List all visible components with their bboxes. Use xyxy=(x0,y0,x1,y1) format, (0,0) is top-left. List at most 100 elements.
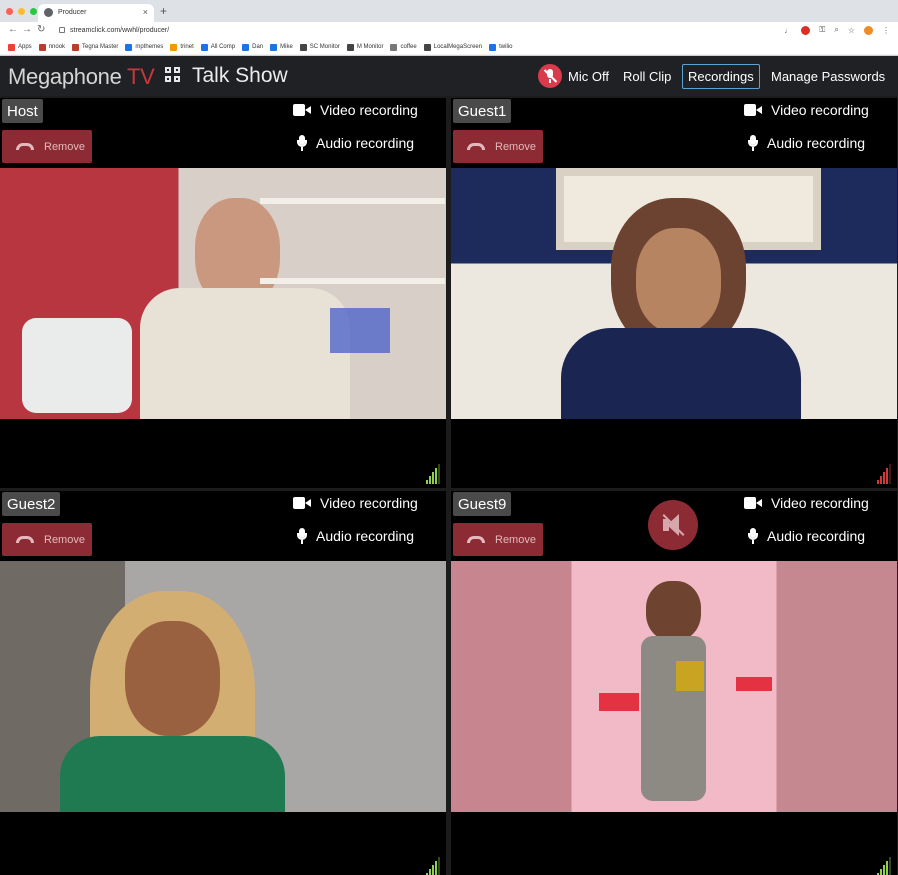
bookmark-item[interactable]: All Comp xyxy=(200,43,236,51)
video-tile: Guest9 Remove Video recording Audio recordi… xyxy=(451,491,897,875)
bookmark-item[interactable]: mpthemes xyxy=(125,43,164,51)
audio-recording-status: Audio recording xyxy=(296,528,414,544)
more-menu-icon[interactable]: ⋮ xyxy=(882,26,890,35)
bookmark-item[interactable]: LocalMegaScreen xyxy=(423,43,483,51)
bookmark-label: coffee xyxy=(400,44,417,50)
profile-avatar[interactable] xyxy=(864,25,873,35)
reload-icon[interactable]: ↻ xyxy=(37,24,45,35)
remove-participant-button[interactable]: Remove xyxy=(453,130,543,163)
bookmark-item[interactable]: twilio xyxy=(489,43,513,51)
remove-participant-button[interactable]: Remove xyxy=(2,523,92,556)
bookmark-item[interactable]: Apps xyxy=(8,43,32,51)
grid-icon[interactable] xyxy=(165,67,181,83)
video-recording-label: Video recording xyxy=(320,495,418,511)
maximize-window-button[interactable] xyxy=(30,8,37,15)
participant-label: Guest1 xyxy=(453,99,512,123)
participant-video xyxy=(0,561,446,812)
audio-recording-status: Audio recording xyxy=(747,135,865,151)
video-camera-icon xyxy=(744,497,763,509)
bookmark-favicon-icon xyxy=(170,43,178,51)
star-icon[interactable]: ☆ xyxy=(848,26,855,35)
bookmark-item[interactable]: nnook xyxy=(38,43,66,51)
participant-label: Guest9 xyxy=(453,492,512,516)
browser-chrome: Producer × + ← → ↻ streamclick.com/wwhl/… xyxy=(0,0,898,56)
brand-name: Megaphone xyxy=(8,64,122,89)
bookmark-item[interactable]: M Monitor xyxy=(346,43,384,51)
zoom-icon[interactable]: ⌕ xyxy=(834,25,838,35)
video-tile: Guest2 Remove Video recording Audio recordi… xyxy=(0,491,446,875)
signal-strength-icon xyxy=(877,464,893,484)
forward-arrow-icon[interactable]: → xyxy=(22,24,32,35)
brand-logo: Megaphone TV xyxy=(8,64,155,90)
bookmark-item[interactable]: SC Monitor xyxy=(299,43,340,51)
minimize-window-button[interactable] xyxy=(18,8,25,15)
toolbar-icons: ♩ ⚿ ⌕ ☆ ⋮ xyxy=(784,25,890,35)
manage-passwords-button[interactable]: Manage Passwords xyxy=(766,64,890,89)
bookmark-label: trinet xyxy=(180,44,194,50)
back-arrow-icon[interactable]: ← xyxy=(8,24,18,35)
microphone-icon xyxy=(747,135,759,151)
bookmark-label: Apps xyxy=(18,44,32,50)
bookmark-favicon-icon xyxy=(299,43,307,51)
remove-participant-button[interactable]: Remove xyxy=(453,523,543,556)
tab-strip: Producer × + xyxy=(0,0,898,22)
bookmark-label: LocalMegaScreen xyxy=(433,44,483,50)
bookmark-favicon-icon xyxy=(200,43,208,51)
video-recording-label: Video recording xyxy=(771,102,869,118)
video-camera-icon xyxy=(293,497,312,509)
participant-video xyxy=(451,168,897,419)
speaker-muted-icon[interactable] xyxy=(648,500,698,550)
mic-off-icon xyxy=(538,64,562,88)
key-icon[interactable]: ⚿ xyxy=(819,25,825,35)
bookmark-favicon-icon xyxy=(390,43,398,51)
address-bar[interactable]: streamclick.com/wwhl/producer/ xyxy=(56,23,826,38)
video-recording-status: Video recording xyxy=(293,495,418,511)
app-header: Megaphone TV Talk Show Mic Off Roll Clip… xyxy=(0,56,898,96)
recordings-button[interactable]: Recordings xyxy=(682,64,760,89)
remove-participant-button[interactable]: Remove xyxy=(2,130,92,163)
show-title: Talk Show xyxy=(192,64,288,87)
mic-off-button[interactable]: Mic Off xyxy=(538,64,609,88)
browser-tab[interactable]: Producer × xyxy=(38,4,154,22)
bookmark-favicon-icon xyxy=(270,43,278,51)
microphone-icon xyxy=(747,528,759,544)
bookmark-label: nnook xyxy=(48,44,66,50)
bookmark-label: M Monitor xyxy=(356,44,384,50)
bookmark-label: mpthemes xyxy=(135,44,164,50)
bookmark-favicon-icon xyxy=(72,43,80,51)
video-tile: Guest1 Remove Video recording Audio recordi… xyxy=(451,98,897,488)
tab-close-icon[interactable]: × xyxy=(143,7,148,17)
new-tab-button[interactable]: + xyxy=(160,4,167,18)
bookmark-item[interactable]: Dan xyxy=(242,43,264,51)
bookmark-item[interactable]: trinet xyxy=(170,43,194,51)
bookmark-label: All Comp xyxy=(210,44,236,50)
bookmark-item[interactable]: Tegna Master xyxy=(72,43,118,51)
roll-clip-button[interactable]: Roll Clip xyxy=(618,64,676,89)
signal-strength-icon xyxy=(877,857,893,875)
audio-recording-label: Audio recording xyxy=(767,135,866,151)
bookmark-item[interactable]: Mike xyxy=(270,43,293,51)
close-window-button[interactable] xyxy=(6,8,13,15)
lock-icon xyxy=(59,27,65,33)
bookmark-label: SC Monitor xyxy=(309,44,340,50)
url-text: streamclick.com/wwhl/producer/ xyxy=(70,27,170,34)
remove-label: Remove xyxy=(495,140,536,153)
remove-label: Remove xyxy=(495,533,536,546)
video-recording-label: Video recording xyxy=(320,102,418,118)
participant-video xyxy=(451,561,897,812)
bookmark-label: Dan xyxy=(252,44,264,50)
extension-icon[interactable] xyxy=(801,25,811,35)
microphone-icon[interactable]: ♩ xyxy=(784,26,792,35)
remove-label: Remove xyxy=(44,140,85,153)
globe-icon xyxy=(44,8,53,17)
participant-label: Guest2 xyxy=(2,492,61,516)
participant-video xyxy=(0,168,446,419)
video-recording-label: Video recording xyxy=(771,495,869,511)
bookmark-favicon-icon xyxy=(423,43,431,51)
video-recording-status: Video recording xyxy=(293,102,418,118)
bookmark-item[interactable]: coffee xyxy=(390,43,417,51)
audio-recording-status: Audio recording xyxy=(747,528,865,544)
bookmark-label: twilio xyxy=(499,44,513,50)
window-controls xyxy=(6,8,37,15)
hang-up-icon xyxy=(467,536,485,543)
